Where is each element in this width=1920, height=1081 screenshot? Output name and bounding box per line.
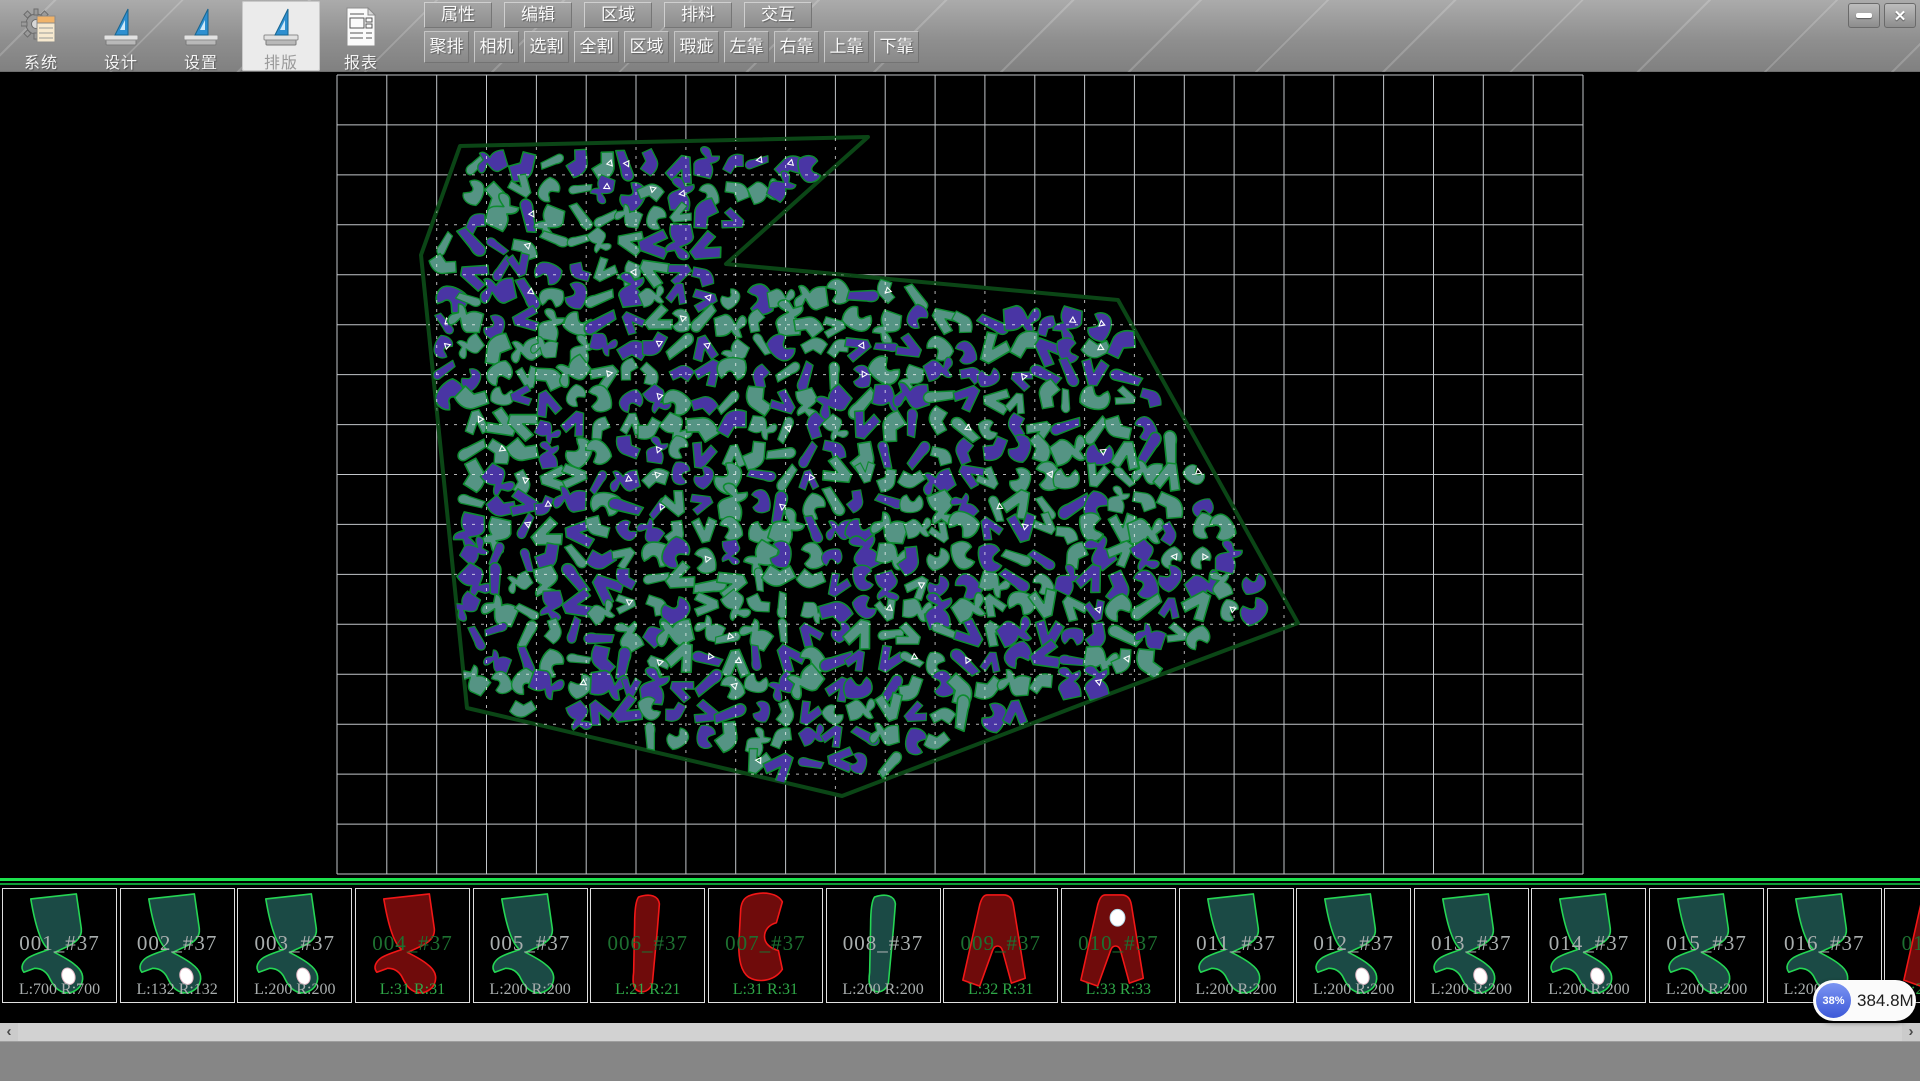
- piece-lr-count: L:31 R:31: [356, 981, 469, 999]
- horizontal-scrollbar[interactable]: ‹ ›: [0, 1023, 1920, 1041]
- piece-tile[interactable]: 009_#37 L:32 R:31: [943, 888, 1058, 1003]
- window-controls: ✕: [1848, 3, 1916, 28]
- tool-button[interactable]: 区域: [624, 31, 669, 63]
- ruler-icon: [101, 6, 141, 48]
- piece-lr-count: L:31 R:31: [709, 981, 822, 999]
- status-bar: [0, 1041, 1920, 1081]
- scroll-left-button[interactable]: ‹: [0, 1023, 18, 1041]
- piece-name: 014_#37: [1532, 931, 1645, 956]
- pieces-panel: 001_#37L:700 R:700002_#37L:132 R:132003_…: [0, 878, 1920, 1023]
- piece-lr-count: L:200 R:200: [1532, 981, 1645, 999]
- piece-lr-count: L:33 R:33: [1062, 981, 1175, 999]
- piece-tile[interactable]: 006_#37 L:21 R:21: [590, 888, 705, 1003]
- piece-name: 010_#37: [1062, 931, 1175, 956]
- nav-label: 报表: [344, 49, 378, 73]
- piece-lr-count: L:700 R:700: [3, 981, 116, 999]
- tool-button[interactable]: 相机: [474, 31, 519, 63]
- piece-tile[interactable]: 004_#37 L:31 R:31: [355, 888, 470, 1003]
- piece-name: 016_#37: [1768, 931, 1881, 956]
- piece-lr-count: L:200 R:200: [1180, 981, 1293, 999]
- memory-label: 384.8M: [1857, 980, 1914, 1021]
- piece-lr-count: L:200 R:200: [1650, 981, 1763, 999]
- piece-name: 009_#37: [944, 931, 1057, 956]
- tool-button[interactable]: 全割: [574, 31, 619, 63]
- nav-label: 排版: [264, 49, 298, 73]
- tool-button[interactable]: 选割: [524, 31, 569, 63]
- tool-button-row: 聚排相机选割全割区域瑕疵左靠右靠上靠下靠: [424, 31, 919, 63]
- piece-tile[interactable]: 003_#37 L:200 R:200: [237, 888, 352, 1003]
- piece-name: 008_#37: [827, 931, 940, 956]
- piece-tile[interactable]: 015_#37 L:200 R:200: [1649, 888, 1764, 1003]
- piece-lr-count: L:200 R:200: [474, 981, 587, 999]
- progress-circle: 38%: [1816, 983, 1851, 1018]
- piece-name: 004_#37: [356, 931, 469, 956]
- piece-lr-count: L:132 R:132: [121, 981, 234, 999]
- piece-name: 015_#37: [1650, 931, 1763, 956]
- piece-name: 011_#37: [1180, 931, 1293, 956]
- piece-tile[interactable]: 012_#37 L:200 R:200: [1296, 888, 1411, 1003]
- piece-name: 005_#37: [474, 931, 587, 956]
- piece-tile[interactable]: 013_#37 L:200 R:200: [1414, 888, 1529, 1003]
- piece-name: 013_#37: [1415, 931, 1528, 956]
- menu-tab[interactable]: 编辑: [504, 2, 572, 28]
- piece-tile[interactable]: 001_#37 L:700 R:700: [2, 888, 117, 1003]
- piece-name: 006_#37: [591, 931, 704, 956]
- nav-report-button[interactable]: 报表: [322, 1, 400, 71]
- menu-tab[interactable]: 区域: [584, 2, 652, 28]
- piece-name: 012_#37: [1297, 931, 1410, 956]
- piece-name: 017_#37: [1885, 931, 1920, 956]
- piece-tile[interactable]: 014_#37 L:200 R:200: [1531, 888, 1646, 1003]
- piece-lr-count: L:200 R:200: [1415, 981, 1528, 999]
- nav-label: 设计: [104, 49, 138, 73]
- main-nav: 系统 设计: [2, 1, 400, 71]
- toolbar: 系统 设计: [0, 0, 1920, 72]
- tool-button[interactable]: 瑕疵: [674, 31, 719, 63]
- nesting-canvas[interactable]: [0, 72, 1920, 878]
- piece-lr-count: L:200 R:200: [238, 981, 351, 999]
- piece-lr-count: L:32 R:31: [944, 981, 1057, 999]
- minimize-button[interactable]: [1848, 3, 1880, 28]
- piece-lr-count: L:200 R:200: [827, 981, 940, 999]
- menu-tab[interactable]: 排料: [664, 2, 732, 28]
- scroll-right-button[interactable]: ›: [1902, 1023, 1920, 1041]
- nav-settings-button[interactable]: 设置: [162, 1, 240, 71]
- tool-button[interactable]: 聚排: [424, 31, 469, 63]
- ruler-icon: [261, 6, 301, 48]
- nav-layout-button[interactable]: 排版: [242, 1, 320, 71]
- menu-tab-row: 属性编辑区域排料交互: [424, 2, 812, 28]
- gear-icon: [21, 6, 61, 48]
- canvas-svg: [0, 72, 1920, 878]
- tool-button[interactable]: 右靠: [774, 31, 819, 63]
- piece-name: 003_#37: [238, 931, 351, 956]
- piece-tile[interactable]: 002_#37 L:132 R:132: [120, 888, 235, 1003]
- piece-name: 007_#37: [709, 931, 822, 956]
- memory-badge: 38% 384.8M: [1813, 980, 1916, 1021]
- piece-tile[interactable]: 005_#37 L:200 R:200: [473, 888, 588, 1003]
- minimize-icon: [1856, 13, 1872, 18]
- piece-tile-list: 001_#37L:700 R:700002_#37L:132 R:132003_…: [0, 878, 1920, 1023]
- close-button[interactable]: ✕: [1884, 3, 1916, 28]
- ruler-icon: [181, 6, 221, 48]
- piece-tile[interactable]: 010_#37 L:33 R:33: [1061, 888, 1176, 1003]
- nav-label: 设置: [184, 49, 218, 73]
- nav-label: 系统: [24, 49, 58, 73]
- nav-design-button[interactable]: 设计: [82, 1, 160, 71]
- piece-lr-count: L:21 R:21: [591, 981, 704, 999]
- nav-system-button[interactable]: 系统: [2, 1, 80, 71]
- tool-button[interactable]: 左靠: [724, 31, 769, 63]
- piece-name: 001_#37: [3, 931, 116, 956]
- close-icon: ✕: [1894, 7, 1907, 25]
- report-icon: [341, 6, 381, 48]
- menu-tab[interactable]: 交互: [744, 2, 812, 28]
- piece-tile[interactable]: 008_#37 L:200 R:200: [826, 888, 941, 1003]
- tool-button[interactable]: 上靠: [824, 31, 869, 63]
- piece-lr-count: L:200 R:200: [1297, 981, 1410, 999]
- piece-name: 002_#37: [121, 931, 234, 956]
- menu-tab[interactable]: 属性: [424, 2, 492, 28]
- tool-button[interactable]: 下靠: [874, 31, 919, 63]
- piece-tile[interactable]: 007_#37 L:31 R:31: [708, 888, 823, 1003]
- piece-tile[interactable]: 011_#37 L:200 R:200: [1179, 888, 1294, 1003]
